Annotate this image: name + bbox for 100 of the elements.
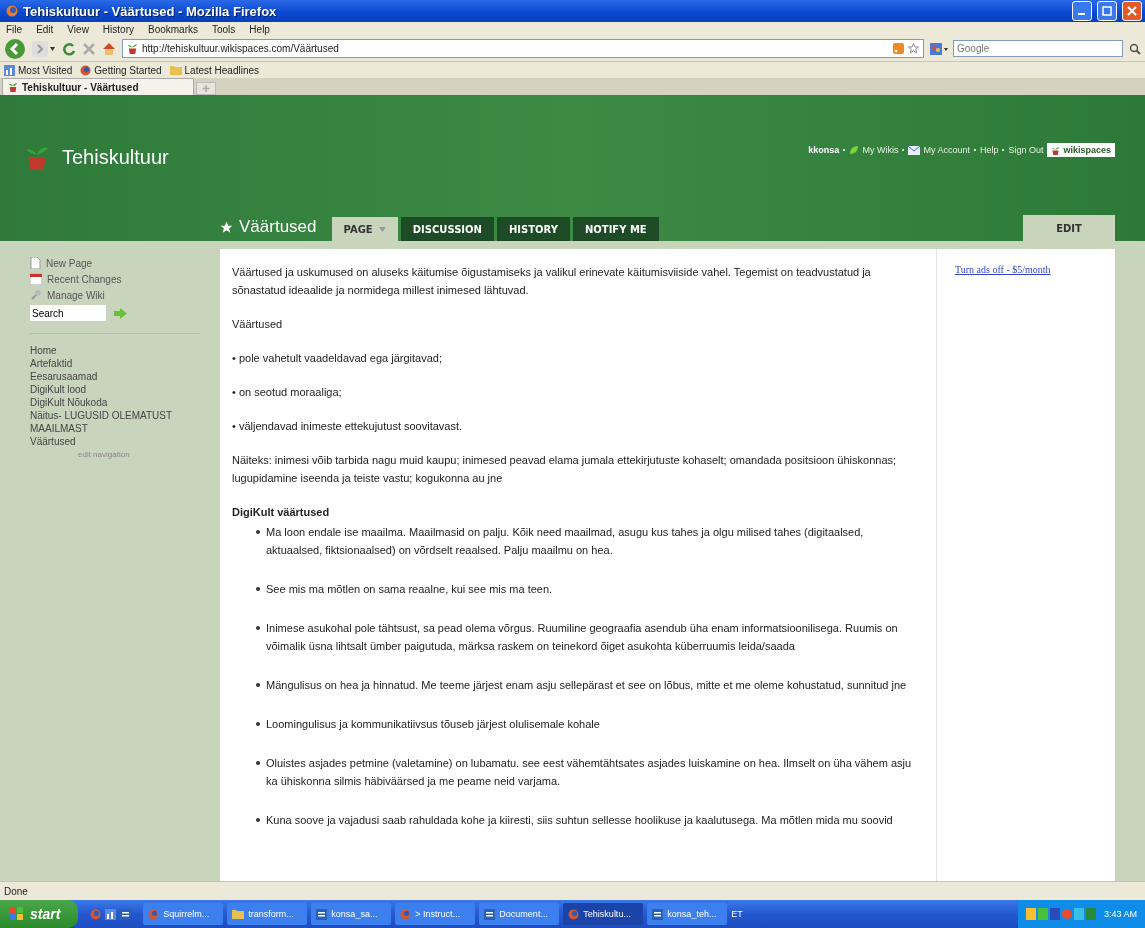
- nav-link[interactable]: Home: [30, 344, 218, 357]
- menu-item[interactable]: Edit: [36, 23, 54, 35]
- list-item: See mis ma mõtlen on sama reaalne, kui see mis ma teen.: [266, 582, 553, 597]
- taskbar-button[interactable]: konsa_sa...: [311, 903, 392, 925]
- nav-link[interactable]: Eesarusaamad: [30, 370, 218, 383]
- mail-icon: [908, 145, 921, 155]
- list-item: Inimese asukohal pole tähtsust, sa pead olema võrgus. Ruumiline geograafia asendub üha enam informatsioonilisega. Ruumis on võimalik üsna lihtsalt ümber paigutuda, märksa raskem on teinekord õiget asukohta küberruumis leida/saada: [266, 621, 899, 654]
- page-tab[interactable]: PAGE: [331, 217, 398, 241]
- nav-link[interactable]: DigiKult Nõukoda: [30, 396, 218, 409]
- sidebar-action[interactable]: Manage Wiki: [30, 287, 218, 303]
- page-tab[interactable]: DISCUSSION: [400, 217, 494, 241]
- bookmark-link[interactable]: Most Visited: [4, 64, 73, 76]
- close-button[interactable]: [1122, 1, 1142, 21]
- paragraph: Väärtused ja uskumused on aluseks käitumise õigustamiseks ja valikul erinevate käitumisviiside vahel. Tegemist on teadvustatud ja sõnastatud ideaalide ja normidega millest inimesed lähtuvad.: [232, 265, 872, 298]
- home-icon[interactable]: [102, 41, 116, 56]
- account-link[interactable]: My Account: [908, 145, 970, 155]
- chart-icon: [4, 64, 15, 76]
- account-link[interactable]: Sign Out: [1008, 145, 1044, 155]
- close-icon: [1127, 6, 1137, 16]
- tray-icons-drawing[interactable]: [1025, 908, 1096, 920]
- list-item: Mängulisus on hea ja hinnatud. Me teeme järjest enam asju sellepärast et see on lõbus, mitte et me oleme kohustatud, sunnitud jne: [266, 678, 907, 693]
- star-icon[interactable]: [908, 43, 919, 54]
- clock: 3:43 AM: [1103, 909, 1137, 919]
- username-link[interactable]: kkonsa: [808, 145, 840, 155]
- page-tab[interactable]: HISTORY: [496, 217, 570, 241]
- paragraph: • väljendavad inimeste ettekujutust soovitavast.: [232, 419, 464, 434]
- search-field[interactable]: Search: [30, 305, 106, 321]
- menu-item[interactable]: View: [67, 23, 89, 35]
- bookmark-link[interactable]: Latest Headlines: [169, 64, 260, 76]
- taskbar-button[interactable]: Tehiskultu...: [563, 903, 644, 925]
- forward-icon[interactable]: [32, 40, 56, 57]
- document-icon: [652, 908, 664, 920]
- list-item: Oluistes asjades petmine (valetamine) on lubamatu. see eest vähemtähtsates asjades luiskamine on hea. Ilmselt on üha vähem asju ka ühiskonna silmis häbiväärsed ja me peame neid varjama.: [266, 756, 913, 789]
- minimize-button[interactable]: [1072, 1, 1092, 21]
- folder-icon: [169, 65, 182, 75]
- bullet-icon: [256, 818, 260, 822]
- taskbar-button[interactable]: transform...: [227, 903, 308, 925]
- window-title: Tehiskultuur - Väärtused - Mozilla Firefox: [23, 3, 278, 19]
- site-icon: [8, 82, 18, 92]
- globe-icon: [568, 908, 580, 920]
- globe-icon: [90, 908, 102, 920]
- stop-icon[interactable]: [82, 41, 96, 56]
- menu-item[interactable]: Bookmarks: [148, 23, 198, 35]
- sidebar-action[interactable]: New Page: [30, 255, 218, 271]
- sidebar-action[interactable]: Recent Changes: [30, 271, 218, 287]
- app-icon: [6, 5, 18, 17]
- paragraph: Näiteks: inimesi võib tarbida nagu muid kaupu; inimesed peavad elama jumala ettekirjutuste kohaselt; omandada positsioon ühiskonnas; lugupidamine iseenda ja teiste vastu; kogukonna au jne: [232, 453, 898, 486]
- document-icon: [316, 908, 328, 920]
- nav-link[interactable]: Artefaktid: [30, 357, 218, 370]
- taskbar-button[interactable]: konsa_teh...: [647, 903, 728, 925]
- page-title: Väärtused: [239, 217, 317, 237]
- browser-tab[interactable]: Tehiskultuur - Väärtused: [2, 78, 194, 95]
- list-item: Loomingulisus ja kommunikatiivsus tõuseb järjest olulisemale kohale: [266, 717, 600, 732]
- paragraph: • on seotud moraaliga;: [232, 385, 343, 400]
- search-icon[interactable]: [1129, 42, 1141, 55]
- reload-icon[interactable]: [62, 41, 76, 56]
- globe-icon: [148, 908, 160, 920]
- bullet-icon: [256, 530, 260, 534]
- list-item: Ma loon endale ise maailma. Maailmasid on palju. Kõik need maailmad, asugu kus tahes ja olgu milised tahes (digitaalsed, aktuaalsed, fiktsionaalsed) on võrdselt reaalsed. Palju maailmu on hea.: [266, 525, 865, 558]
- back-icon[interactable]: [4, 37, 26, 60]
- star-icon[interactable]: [220, 220, 233, 234]
- bullet-icon: [256, 722, 260, 726]
- feed-icon[interactable]: [893, 43, 904, 54]
- edit-tab[interactable]: EDIT: [1023, 215, 1115, 241]
- wiki-name[interactable]: Tehiskultuur: [62, 145, 169, 169]
- menu-item[interactable]: History: [102, 23, 134, 35]
- maximize-button[interactable]: [1097, 1, 1117, 21]
- page-tab[interactable]: NOTIFY ME: [572, 217, 659, 241]
- folder-icon: [232, 909, 245, 919]
- nav-link[interactable]: Väärtused: [30, 435, 218, 448]
- taskbar-button[interactable]: > Instruct...: [395, 903, 476, 925]
- bookmark-link[interactable]: Getting Started: [80, 64, 162, 76]
- paragraph: • pole vahetult vaadeldavad ega järgitavad;: [232, 351, 443, 366]
- menu-item[interactable]: Tools: [212, 23, 236, 35]
- menu-item[interactable]: Help: [249, 23, 270, 35]
- ads-link[interactable]: Turn ads off - $5/month: [955, 264, 1051, 275]
- bullet-icon: [256, 626, 260, 630]
- taskbar-button[interactable]: Squirrelm...: [143, 903, 224, 925]
- bullet-icon: [256, 683, 260, 687]
- globe-icon: [400, 908, 412, 920]
- wikispaces-button[interactable]: wikispaces: [1047, 143, 1115, 157]
- wrench-icon: [30, 289, 42, 301]
- url-text: http://tehiskultuur.wikispaces.com/Väärtused: [142, 43, 340, 54]
- nav-link[interactable]: Näitus- LUGUSID OLEMATUST MAAILMAST: [30, 409, 218, 435]
- language-indicator[interactable]: ET: [731, 909, 743, 919]
- account-link[interactable]: Help: [979, 145, 999, 155]
- address-bar[interactable]: http://tehiskultuur.wikispaces.com/Väärtused: [122, 39, 924, 58]
- account-link[interactable]: My Wikis: [849, 145, 899, 155]
- section-heading: DigiKult väärtused: [232, 505, 331, 520]
- chart-icon: [105, 908, 117, 920]
- nav-link[interactable]: DigiKult lood: [30, 383, 218, 396]
- page-icon: [30, 257, 41, 269]
- list-item: Kuna soove ja vajadusi saab rahuldada kohe ja kiiresti, siis suhtun sellesse hoolikuse ja kaalutusega. Ma mõtlen mida mu soovid: [266, 813, 893, 828]
- windows-logo-icon: [10, 907, 24, 921]
- search-engine-icon[interactable]: [930, 42, 950, 55]
- taskbar-button[interactable]: Document...: [479, 903, 560, 925]
- menu-item[interactable]: File: [6, 23, 23, 35]
- start-button[interactable]: start: [0, 900, 79, 928]
- search-field[interactable]: Google: [953, 40, 1123, 57]
- status-text: Done: [4, 885, 28, 897]
